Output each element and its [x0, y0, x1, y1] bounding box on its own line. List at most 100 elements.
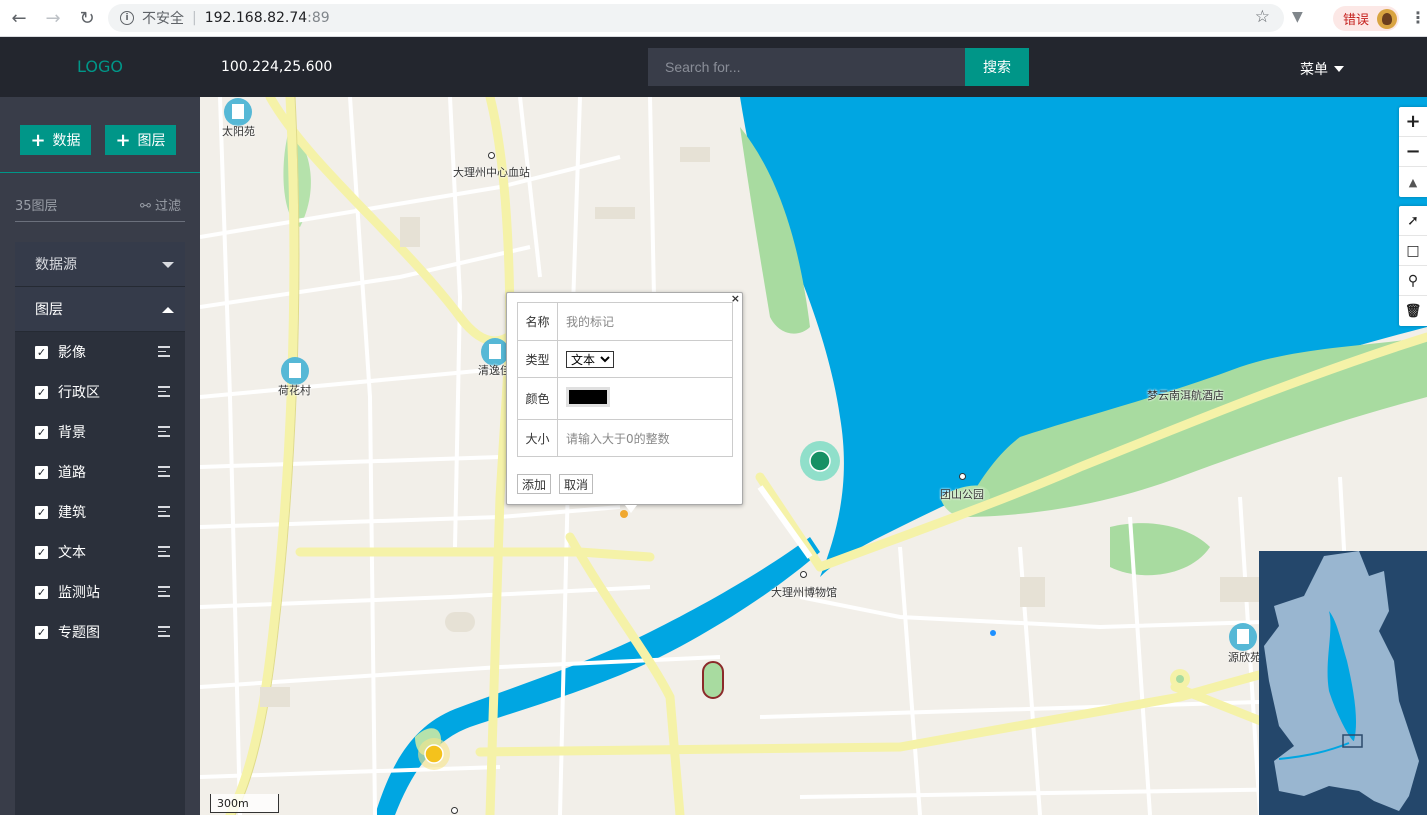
- layer-options-icon[interactable]: [158, 626, 170, 640]
- layers-header[interactable]: 图层: [15, 287, 185, 332]
- layer-item-thematic[interactable]: ✓ 专题图: [15, 612, 185, 652]
- size-field[interactable]: 请输入大于0的整数: [557, 419, 733, 457]
- layer-options-icon[interactable]: [158, 546, 170, 560]
- plus-icon: +: [30, 129, 46, 151]
- station-marker[interactable]: [424, 744, 444, 764]
- poi-label[interactable]: 团山公园: [940, 486, 984, 502]
- type-select[interactable]: 文本: [566, 350, 614, 368]
- layer-options-icon[interactable]: [158, 426, 170, 440]
- url-port: :89: [307, 10, 330, 26]
- size-label: 大小: [517, 419, 558, 457]
- type-label: 类型: [517, 340, 558, 378]
- plus-icon: +: [115, 129, 131, 151]
- marker-form: 名称 我的标记 类型 文本 颜色 大小 请输入大于0的整数: [517, 302, 733, 457]
- add-data-button[interactable]: + 数据: [20, 125, 91, 155]
- more-menu-icon[interactable]: ⋮: [1410, 8, 1426, 27]
- overview-map[interactable]: [1259, 551, 1427, 815]
- forward-icon[interactable]: →: [38, 3, 68, 33]
- poi-marker-icon[interactable]: [800, 571, 807, 578]
- poi-marker-icon[interactable]: [451, 807, 458, 814]
- layer-options-icon[interactable]: [158, 386, 170, 400]
- layer-item-admin[interactable]: ✓ 行政区: [15, 372, 185, 412]
- extension-icon[interactable]: ▼: [1292, 9, 1303, 25]
- point-marker[interactable]: [990, 630, 996, 636]
- layer-item-stations[interactable]: ✓ 监测站: [15, 572, 185, 612]
- cursor-coordinates: 100.224,25.600: [221, 59, 333, 75]
- layer-checkbox[interactable]: ✓: [35, 345, 48, 359]
- security-label: 不安全: [142, 11, 184, 27]
- layer-label: 道路: [58, 465, 86, 481]
- popup-pointer: [625, 505, 637, 513]
- poi-label[interactable]: 太阳苑: [222, 123, 255, 139]
- name-field[interactable]: 我的标记: [557, 302, 733, 341]
- north-arrow-icon[interactable]: ▲: [1399, 167, 1427, 197]
- lake: [740, 97, 1427, 577]
- layer-options-icon[interactable]: [158, 346, 170, 360]
- color-picker[interactable]: [566, 387, 610, 407]
- layer-checkbox[interactable]: ✓: [35, 385, 48, 399]
- search-button[interactable]: 搜索: [965, 48, 1029, 86]
- poi-label[interactable]: 梦云南洱航酒店: [1147, 387, 1224, 403]
- map-canvas[interactable]: 太阳苑 大理州中心血站 荷花村 清逸佳 梦云南洱航酒店 团山公园 大理州博物馆 …: [200, 97, 1427, 815]
- name-label: 名称: [517, 302, 558, 341]
- layer-label: 监测站: [58, 585, 100, 601]
- station-marker[interactable]: [809, 450, 831, 472]
- layer-item-text[interactable]: ✓ 文本: [15, 532, 185, 572]
- sports-track: [702, 661, 724, 699]
- logo[interactable]: LOGO: [77, 57, 123, 76]
- marker-popup: × 名称 我的标记 类型 文本 颜色 大小 请输入大于0的整数 添加 取消: [506, 292, 743, 513]
- layer-options-icon[interactable]: [158, 586, 170, 600]
- draw-line-icon[interactable]: ➚: [1399, 206, 1427, 236]
- scale-bar: 300m: [210, 794, 279, 813]
- layer-item-imagery[interactable]: ✓ 影像: [15, 332, 185, 372]
- draw-toolbar: ➚ □ ⚲ 🗑: [1399, 206, 1427, 326]
- poi-label[interactable]: 荷花村: [278, 382, 311, 398]
- chevron-down-icon: [1334, 66, 1344, 72]
- layer-checkbox[interactable]: ✓: [35, 425, 48, 439]
- base-map: [200, 97, 1427, 815]
- add-button[interactable]: 添加: [517, 474, 552, 494]
- profile-error-button[interactable]: 错误: [1333, 6, 1399, 31]
- layer-checkbox[interactable]: ✓: [35, 625, 48, 639]
- poi-label[interactable]: 大理州中心血站: [453, 164, 530, 180]
- back-icon[interactable]: ←: [4, 3, 34, 33]
- layer-checkbox[interactable]: ✓: [35, 465, 48, 479]
- layer-options-icon[interactable]: [158, 506, 170, 520]
- poi-label[interactable]: 大理州博物馆: [771, 584, 837, 600]
- browser-toolbar: ← → ↻ i 不安全 | 192.168.82.74:89 ☆ ▼ 错误 ⋮: [0, 0, 1427, 37]
- divider: [15, 221, 185, 222]
- layer-item-roads[interactable]: ✓ 道路: [15, 452, 185, 492]
- layer-label: 专题图: [58, 625, 100, 641]
- add-layer-button[interactable]: + 图层: [105, 125, 176, 155]
- park: [1110, 523, 1210, 576]
- layer-checkbox[interactable]: ✓: [35, 545, 48, 559]
- zoom-out-icon[interactable]: −: [1399, 137, 1427, 167]
- info-icon[interactable]: i: [120, 11, 134, 25]
- roundabout: [1176, 675, 1184, 683]
- datasource-header[interactable]: 数据源: [15, 242, 185, 287]
- layer-list: ✓ 影像 ✓ 行政区 ✓ 背景 ✓ 道路 ✓ 建筑 ✓ 文本 ✓ 监测站 ✓ 专…: [15, 332, 185, 652]
- draw-marker-icon[interactable]: ⚲: [1399, 266, 1427, 296]
- layer-options-icon[interactable]: [158, 466, 170, 480]
- draw-polygon-icon[interactable]: □: [1399, 236, 1427, 266]
- filter-button[interactable]: ⚯ 过滤: [140, 195, 181, 214]
- overview-map-graphic: [1264, 551, 1419, 811]
- poi-marker-icon[interactable]: [488, 152, 495, 159]
- reload-icon[interactable]: ↻: [72, 3, 102, 33]
- layer-item-buildings[interactable]: ✓ 建筑: [15, 492, 185, 532]
- delete-icon[interactable]: 🗑: [1399, 296, 1427, 326]
- url-host: 192.168.82.74: [204, 10, 308, 26]
- search-input[interactable]: [648, 48, 966, 86]
- layer-checkbox[interactable]: ✓: [35, 585, 48, 599]
- zoom-in-icon[interactable]: +: [1399, 107, 1427, 137]
- bookmark-star-icon[interactable]: ☆: [1255, 7, 1270, 27]
- poi-marker-icon[interactable]: [959, 473, 966, 480]
- poi-label[interactable]: 源欣苑: [1228, 649, 1261, 665]
- layer-label: 影像: [58, 345, 86, 361]
- main-menu[interactable]: 菜单: [1300, 59, 1344, 79]
- cancel-button[interactable]: 取消: [559, 474, 594, 494]
- layer-checkbox[interactable]: ✓: [35, 505, 48, 519]
- popup-actions: 添加 取消: [517, 474, 594, 494]
- layer-item-background[interactable]: ✓ 背景: [15, 412, 185, 452]
- address-bar[interactable]: i 不安全 | 192.168.82.74:89 ☆: [108, 4, 1284, 32]
